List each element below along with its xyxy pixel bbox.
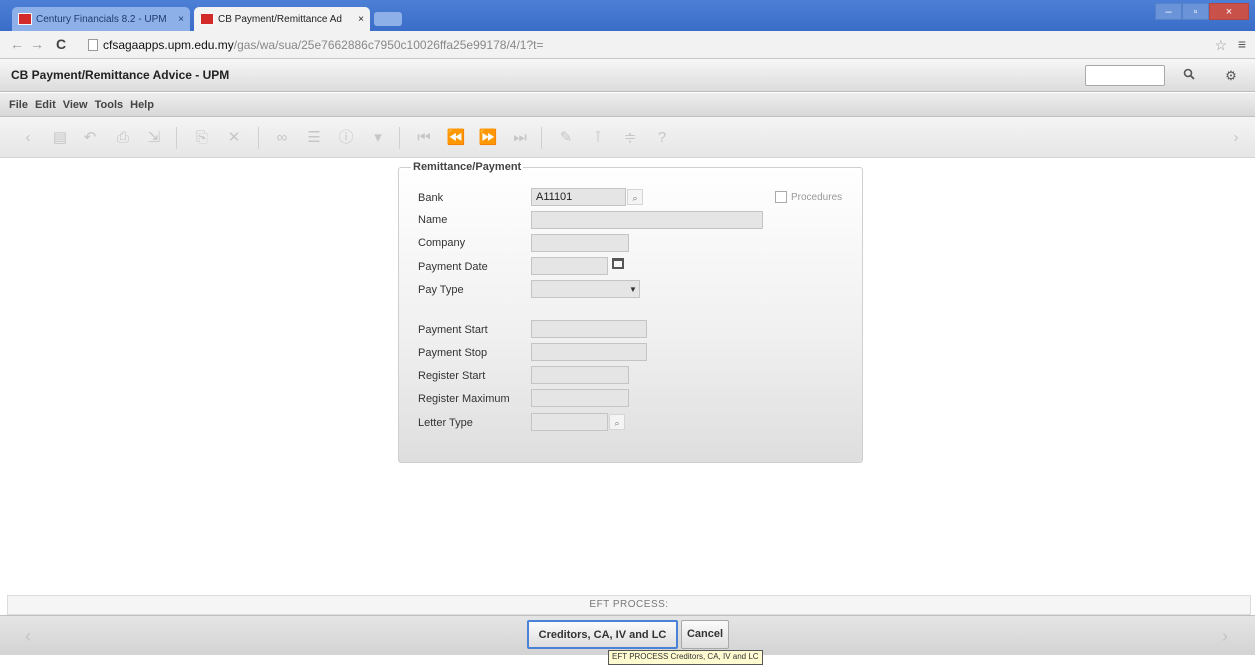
maximize-button[interactable]: ▫ <box>1182 3 1209 20</box>
pay-type-select[interactable] <box>531 280 640 298</box>
app-header: CB Payment/Remittance Advice - UPM ⚙ <box>0 59 1255 92</box>
back-arrow-icon[interactable]: ‹ <box>18 128 38 148</box>
menu-file[interactable]: File <box>9 99 28 111</box>
pay-type-label: Pay Type <box>418 284 464 296</box>
menu-view[interactable]: View <box>63 99 88 111</box>
browser-tab-bar: Century Financials 8.2 - UPM × CB Paymen… <box>0 0 1255 31</box>
toolbar-divider <box>541 127 542 149</box>
export-icon[interactable]: ⇲ <box>144 128 164 148</box>
browser-tab-century[interactable]: Century Financials 8.2 - UPM × <box>12 7 190 31</box>
tab-title: CB Payment/Remittance Ad <box>218 13 342 25</box>
app-favicon-icon <box>200 13 214 25</box>
tab-close-icon[interactable]: × <box>178 14 184 25</box>
cancel-button[interactable]: Cancel <box>681 620 729 649</box>
letter-type-label: Letter Type <box>418 417 473 429</box>
toolbar-divider <box>399 127 400 149</box>
payment-start-label: Payment Start <box>418 324 488 336</box>
dropdown-icon[interactable]: ▾ <box>368 128 388 148</box>
undo-icon[interactable]: ↶ <box>80 128 100 148</box>
tab-title: Century Financials 8.2 - UPM <box>36 13 167 25</box>
list-icon[interactable]: ☰ <box>304 128 324 148</box>
name-label: Name <box>418 214 448 226</box>
payment-date-label: Payment Date <box>418 261 488 273</box>
company-input[interactable] <box>531 234 629 252</box>
eft-process-status: EFT PROCESS: <box>7 595 1251 615</box>
app-search-input[interactable] <box>1085 65 1165 86</box>
bank-lookup-icon[interactable]: ⌕ <box>627 189 643 205</box>
creditors-ca-iv-lc-button[interactable]: Creditors, CA, IV and LC <box>527 620 678 649</box>
close-window-button[interactable]: × <box>1209 3 1249 20</box>
previous-record-icon[interactable]: ⏪ <box>446 128 466 148</box>
last-record-icon[interactable]: ⏭ <box>510 128 530 148</box>
print-icon[interactable]: ⎙ <box>113 128 133 148</box>
procedures-label: Procedures <box>791 192 843 203</box>
chevron-down-icon[interactable]: ▼ <box>629 285 637 294</box>
register-maximum-input[interactable] <box>531 389 629 407</box>
help-icon[interactable]: ? <box>652 128 672 148</box>
register-start-input[interactable] <box>531 366 629 384</box>
window-controls: – ▫ × <box>1155 3 1249 20</box>
copy-icon[interactable]: ⎘ <box>192 128 212 148</box>
button-tooltip: EFT PROCESS Creditors, CA, IV and LC <box>608 650 763 665</box>
tab-close-icon[interactable]: × <box>358 14 364 25</box>
payment-start-input[interactable] <box>531 320 647 338</box>
toolbar: ‹ ▤ ↶ ⎙ ⇲ ⎘ ✕ ∞ ☰ ⓘ ▾ ⏮ ⏪ ⏩ ⏭ ✎ ⊺ ≑ ? › <box>0 117 1255 158</box>
next-page-icon[interactable]: › <box>1222 626 1228 647</box>
search-icon[interactable] <box>1172 65 1206 86</box>
find-binoculars-icon[interactable]: ∞ <box>272 128 292 148</box>
menu-tools[interactable]: Tools <box>95 99 124 111</box>
previous-page-icon[interactable]: ‹ <box>25 626 31 647</box>
payment-stop-label: Payment Stop <box>418 347 488 359</box>
payment-date-input[interactable] <box>531 257 608 275</box>
back-icon[interactable]: ← <box>10 36 24 52</box>
panel-legend: Remittance/Payment <box>411 161 524 173</box>
tag-icon[interactable]: ⊺ <box>588 128 608 148</box>
bank-input[interactable]: A11101 <box>531 188 626 206</box>
calendar-icon[interactable] <box>612 258 624 269</box>
procedures-checkbox[interactable] <box>775 191 787 203</box>
address-bar: ← → C cfsagaapps.upm.edu.my/gas/wa/sua/2… <box>0 31 1255 59</box>
toolbar-divider <box>176 127 177 149</box>
browser-tab-cb-payment[interactable]: CB Payment/Remittance Ad × <box>194 7 370 31</box>
minimize-button[interactable]: – <box>1155 3 1182 20</box>
letter-type-input[interactable] <box>531 413 608 431</box>
filter-icon[interactable]: ≑ <box>620 128 640 148</box>
url-input[interactable]: cfsagaapps.upm.edu.my/gas/wa/sua/25e7662… <box>88 35 1188 55</box>
new-tab-button[interactable] <box>374 12 402 26</box>
register-maximum-label: Register Maximum <box>418 393 510 405</box>
menu-edit[interactable]: Edit <box>35 99 56 111</box>
document-icon[interactable]: ▤ <box>50 128 70 148</box>
bank-label: Bank <box>418 192 444 204</box>
page-icon <box>88 39 98 51</box>
app-favicon-icon <box>18 13 32 25</box>
payment-stop-input[interactable] <box>531 343 647 361</box>
menu-bar: File Edit View Tools Help <box>0 93 1255 117</box>
edit-icon[interactable]: ✎ <box>556 128 576 148</box>
reload-icon[interactable]: C <box>56 36 66 52</box>
register-start-label: Register Start <box>418 370 486 382</box>
bookmark-star-icon[interactable]: ☆ <box>1214 37 1227 54</box>
next-record-icon[interactable]: ⏩ <box>478 128 498 148</box>
company-label: Company <box>418 237 466 249</box>
url-host: cfsagaapps.upm.edu.my <box>103 38 234 52</box>
delete-icon[interactable]: ✕ <box>224 128 244 148</box>
forward-icon[interactable]: → <box>30 36 44 52</box>
toolbar-divider <box>258 127 259 149</box>
forward-arrow-icon[interactable]: › <box>1226 128 1246 148</box>
browser-menu-icon[interactable]: ≡ <box>1238 36 1246 52</box>
info-icon[interactable]: ⓘ <box>336 128 356 148</box>
page-title: CB Payment/Remittance Advice - UPM <box>11 68 230 82</box>
url-path: /gas/wa/sua/25e7662886c7950c10026ffa25e9… <box>233 38 544 52</box>
menu-help[interactable]: Help <box>130 99 154 111</box>
name-input[interactable] <box>531 211 763 229</box>
letter-type-lookup-icon[interactable]: ⌕ <box>609 414 625 430</box>
first-record-icon[interactable]: ⏮ <box>414 128 434 148</box>
settings-gear-icon[interactable]: ⚙ <box>1214 65 1248 86</box>
